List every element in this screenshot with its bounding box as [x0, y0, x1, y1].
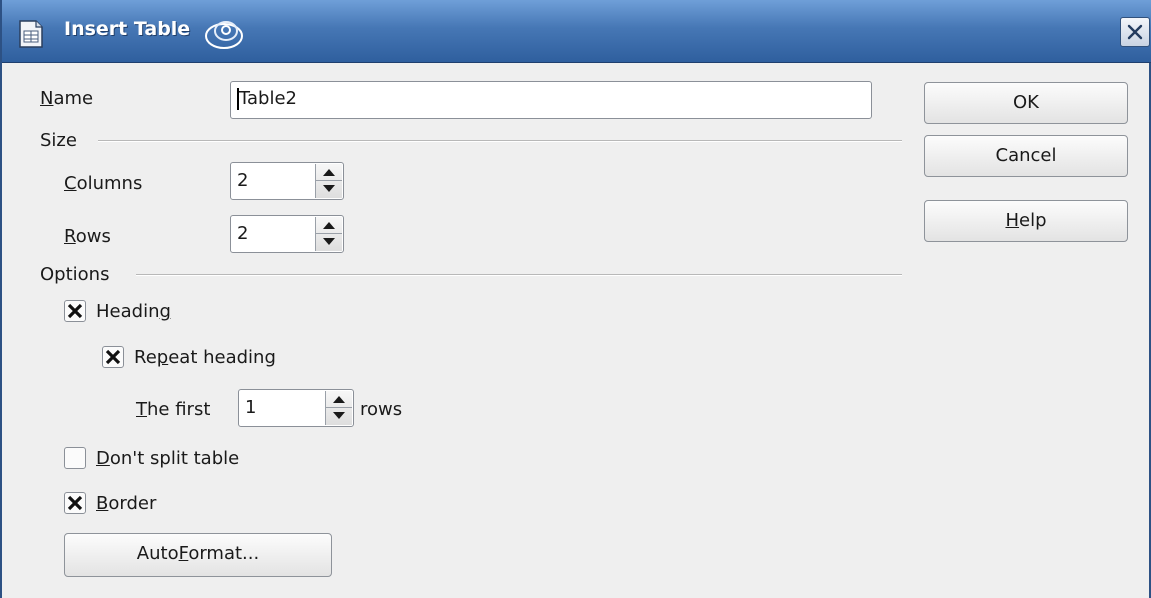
first-rows-suffix: rows	[360, 399, 403, 420]
name-value: Table2	[239, 88, 297, 109]
heading-label[interactable]: Heading	[96, 301, 171, 322]
first-rows-decrement-button[interactable]	[326, 408, 352, 425]
arrow-down-icon	[323, 238, 335, 245]
arrow-down-icon	[333, 412, 345, 419]
first-rows-increment-button[interactable]	[326, 391, 352, 408]
rows-spin-buttons	[315, 217, 342, 251]
columns-decrement-button[interactable]	[316, 181, 342, 198]
arrow-up-icon	[323, 222, 335, 229]
border-label[interactable]: Border	[96, 493, 156, 514]
dont-split-checkbox[interactable]	[64, 447, 86, 469]
insert-table-dialog: Insert Table Name Table2 Size Columns 2 …	[0, 0, 1151, 598]
check-x-icon	[105, 349, 121, 365]
arrow-up-icon	[333, 396, 345, 403]
close-icon	[1127, 24, 1143, 40]
rows-increment-button[interactable]	[316, 217, 342, 234]
rows-label: Rows	[64, 226, 111, 247]
first-rows-label: The first	[136, 399, 211, 420]
window-title: Insert Table	[64, 18, 191, 40]
columns-label: Columns	[64, 173, 143, 194]
columns-value: 2	[237, 170, 249, 191]
dont-split-label[interactable]: Don't split table	[96, 448, 239, 469]
options-section-title: Options	[40, 264, 110, 285]
rows-value: 2	[237, 223, 249, 244]
border-checkbox[interactable]	[64, 492, 86, 514]
close-button[interactable]	[1120, 17, 1150, 47]
name-input[interactable]: Table2	[230, 81, 872, 119]
autoformat-button[interactable]: AutoFormat...	[64, 533, 332, 577]
title-bar[interactable]: Insert Table	[2, 0, 1151, 63]
check-x-icon	[67, 303, 83, 319]
name-label: Name	[40, 88, 94, 109]
first-rows-value: 1	[245, 397, 257, 418]
size-section-title: Size	[40, 130, 77, 151]
help-button[interactable]: Help	[924, 200, 1128, 242]
columns-increment-button[interactable]	[316, 164, 342, 181]
table-document-icon	[14, 17, 48, 49]
heading-checkbox[interactable]	[64, 300, 86, 322]
first-rows-spin-buttons	[325, 391, 352, 425]
swirl-icon	[202, 14, 246, 54]
repeat-heading-checkbox[interactable]	[102, 346, 124, 368]
size-separator	[98, 140, 902, 142]
ok-button[interactable]: OK	[924, 82, 1128, 124]
cancel-button[interactable]: Cancel	[924, 135, 1128, 177]
rows-spinbox[interactable]: 2	[230, 215, 344, 253]
arrow-up-icon	[323, 169, 335, 176]
columns-spinbox[interactable]: 2	[230, 162, 344, 200]
repeat-heading-label[interactable]: Repeat heading	[134, 347, 276, 368]
check-x-icon	[67, 495, 83, 511]
options-separator	[136, 274, 902, 276]
columns-spin-buttons	[315, 164, 342, 198]
arrow-down-icon	[323, 185, 335, 192]
rows-decrement-button[interactable]	[316, 234, 342, 251]
first-rows-spinbox[interactable]: 1	[238, 389, 354, 427]
